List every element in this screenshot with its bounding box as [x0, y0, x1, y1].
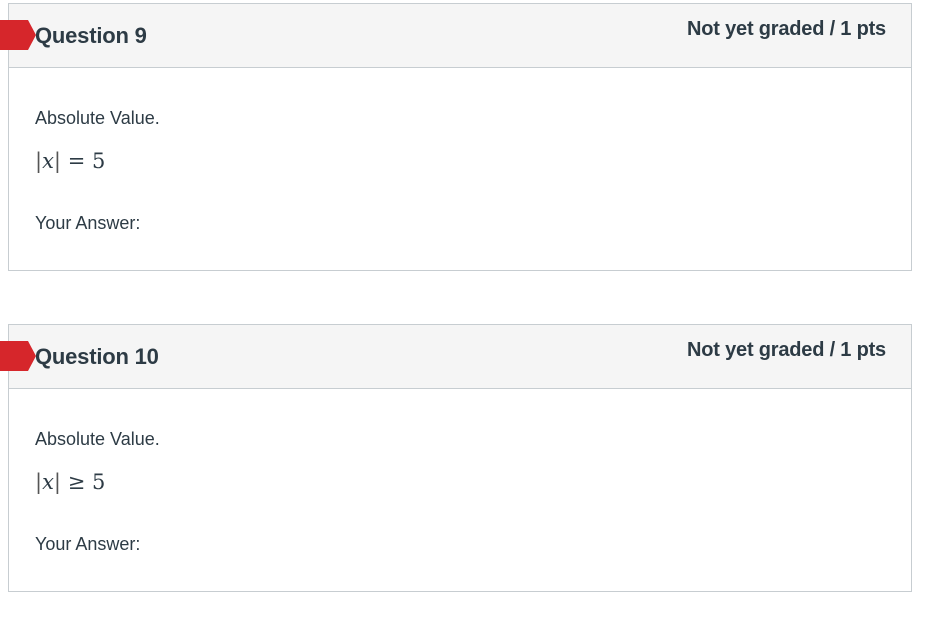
question-points-status: Not yet graded / 1 pts [687, 339, 886, 361]
math-operator: = [67, 149, 86, 173]
question-points-status: Not yet graded / 1 pts [687, 18, 886, 40]
your-answer-label: Your Answer: [35, 213, 141, 233]
question-header: Question 9 Not yet graded / 1 pts [0, 4, 911, 68]
math-operator: ≥ [67, 470, 86, 494]
math-value: 5 [91, 470, 106, 494]
question-10-card: Question 10 Not yet graded / 1 pts Absol… [0, 324, 912, 592]
question-title: Question 10 [35, 344, 159, 369]
math-value: 5 [91, 149, 106, 173]
abs-bar-right: | [53, 470, 61, 494]
question-9-card: Question 9 Not yet graded / 1 pts Absolu… [0, 3, 912, 271]
question-math-expression: |x| = 5 [35, 149, 105, 173]
abs-bar-right: | [53, 149, 61, 173]
question-title: Question 9 [35, 23, 147, 48]
math-variable: x [42, 149, 54, 173]
question-prompt: Absolute Value. [35, 429, 160, 449]
question-flag-icon[interactable] [0, 20, 36, 50]
question-header: Question 10 Not yet graded / 1 pts [0, 325, 911, 389]
math-variable: x [42, 470, 54, 494]
question-math-expression: |x| ≥ 5 [35, 470, 105, 494]
your-answer-label: Your Answer: [35, 534, 141, 554]
question-prompt: Absolute Value. [35, 108, 160, 128]
question-flag-icon[interactable] [0, 341, 36, 371]
